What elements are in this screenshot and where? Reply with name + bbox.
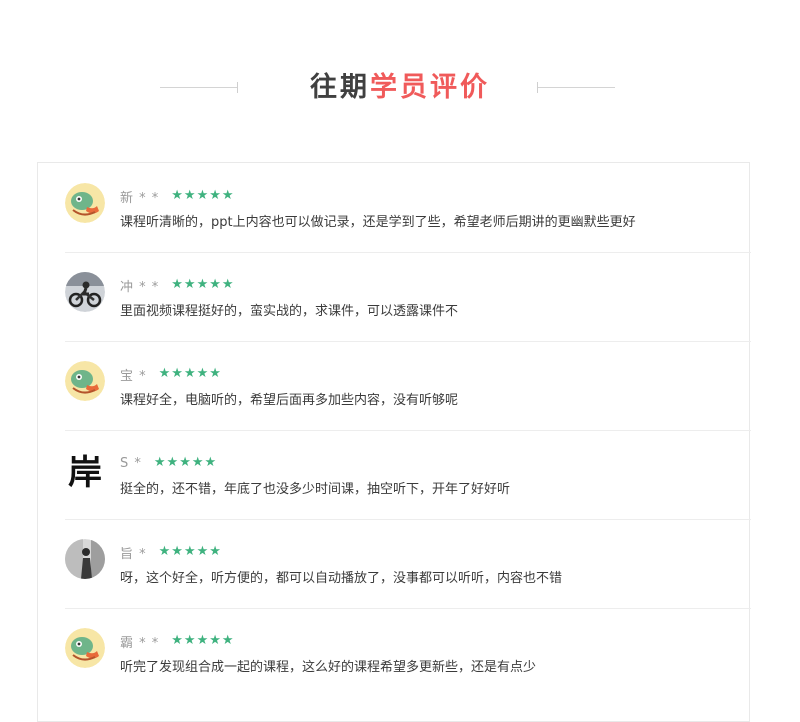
star-icon: ★ [171, 366, 183, 381]
review-text: 课程好全，电脑听的，希望后面再多加些内容，没有听够呢 [120, 393, 459, 408]
star-icon: ★ [221, 188, 234, 203]
star-icon: ★ [183, 633, 196, 648]
review-list: 新 * * ★ ★ ★ ★ ★ 课程听清晰的，ppt上内容也可以做记录，还是学到了些，希… [37, 162, 751, 722]
photo-avatar-icon [65, 539, 105, 579]
review-item: 旨 * ★ ★ ★ ★ ★ 呀，这个好全，听方便的，都可以自动播放了，没事都可以听听，内… [65, 519, 751, 609]
star-icon: ★ [183, 544, 196, 559]
review-head: 冲 * * ★ ★ ★ ★ ★ [120, 276, 234, 295]
star-icon: ★ [196, 366, 209, 381]
section-title-dark: 往期 [310, 72, 370, 103]
review-text: 课程听清晰的，ppt上内容也可以做记录，还是学到了些，希望老师后期讲的更幽默些更… [120, 215, 636, 230]
star-icon: ★ [196, 277, 209, 292]
review-item: 新 * * ★ ★ ★ ★ ★ 课程听清晰的，ppt上内容也可以做记录，还是学到了些，希… [65, 163, 751, 253]
star-icon: ★ [153, 455, 166, 470]
star-icon: ★ [171, 277, 183, 292]
review-text: 挺全的，还不错，年底了也没多少时间课，抽空听下，开年了好好听 [120, 482, 511, 497]
star-icon: ★ [209, 277, 221, 292]
header-right-divider [537, 82, 615, 93]
star-icon: ★ [209, 188, 221, 203]
reviewer-name: 霸 * * [120, 635, 160, 651]
svg-text:岸: 岸 [68, 453, 102, 490]
review-item: 冲 * * ★ ★ ★ ★ ★ 里面视频课程挺好的，蛮实战的，求课件，可以透露课件不 [65, 252, 751, 342]
star-icon: ★ [183, 277, 196, 292]
star-icon: ★ [183, 188, 196, 203]
motorcycle-avatar-icon [65, 272, 105, 312]
star-rating: ★ ★ ★ ★ ★ [171, 634, 233, 648]
cartoon-avatar-icon [65, 183, 105, 223]
review-text: 呀，这个好全，听方便的，都可以自动播放了，没事都可以听听，内容也不错 [120, 571, 563, 586]
star-icon: ★ [221, 277, 234, 292]
star-icon: ★ [209, 366, 221, 381]
cartoon-avatar-icon [65, 361, 105, 401]
section-title: 往期学员评价 [0, 70, 800, 106]
review-text: 里面视频课程挺好的，蛮实战的，求课件，可以透露课件不 [120, 304, 459, 319]
star-icon: ★ [183, 366, 196, 381]
star-icon: ★ [196, 633, 209, 648]
review-head: 霸 * * ★ ★ ★ ★ ★ [120, 632, 234, 651]
star-icon: ★ [209, 544, 221, 559]
cartoon-avatar-icon [65, 628, 105, 668]
star-icon: ★ [204, 455, 217, 470]
review-item: 霸 * * ★ ★ ★ ★ ★ 听完了发现组合成一起的课程，这么好的课程希望多更新些，还… [65, 608, 751, 697]
star-icon: ★ [179, 455, 191, 470]
star-icon: ★ [191, 455, 204, 470]
review-head: 旨 * ★ ★ ★ ★ ★ [120, 543, 221, 562]
star-rating: ★ ★ ★ ★ ★ [154, 456, 216, 470]
star-icon: ★ [171, 633, 183, 648]
reviewer-name: 新 * * [120, 190, 160, 206]
review-head: 宝 * ★ ★ ★ ★ ★ [120, 365, 221, 384]
star-icon: ★ [158, 366, 171, 381]
star-rating: ★ ★ ★ ★ ★ [159, 367, 221, 381]
star-rating: ★ ★ ★ ★ ★ [159, 545, 221, 559]
calligraphy-avatar-icon: 岸 [65, 450, 105, 490]
star-icon: ★ [166, 455, 179, 470]
review-text: 听完了发现组合成一起的课程，这么好的课程希望多更新些，还是有点少 [120, 660, 537, 675]
review-head: 新 * * ★ ★ ★ ★ ★ [120, 187, 234, 206]
star-icon: ★ [196, 188, 209, 203]
star-icon: ★ [196, 544, 209, 559]
star-icon: ★ [171, 188, 183, 203]
star-rating: ★ ★ ★ ★ ★ [171, 189, 233, 203]
star-icon: ★ [221, 633, 234, 648]
star-icon: ★ [158, 544, 171, 559]
star-icon: ★ [171, 544, 183, 559]
review-item: 岸 S * ★ ★ ★ ★ ★ 挺全的，还不错，年底了也没多少时间课，抽空听下，开年了好… [65, 430, 751, 520]
section-header: 往期学员评价 [0, 64, 800, 112]
star-rating: ★ ★ ★ ★ ★ [171, 278, 233, 292]
reviewer-name: S * [120, 455, 142, 471]
section-title-accent: 学员评价 [370, 72, 490, 103]
review-item: 宝 * ★ ★ ★ ★ ★ 课程好全，电脑听的，希望后面再多加些内容，没有听够呢 [65, 341, 751, 431]
reviewer-name: 冲 * * [120, 279, 160, 295]
review-head: S * ★ ★ ★ ★ ★ [120, 454, 216, 472]
star-icon: ★ [209, 633, 221, 648]
reviewer-name: 旨 * [120, 546, 147, 562]
reviewer-name: 宝 * [120, 368, 147, 384]
